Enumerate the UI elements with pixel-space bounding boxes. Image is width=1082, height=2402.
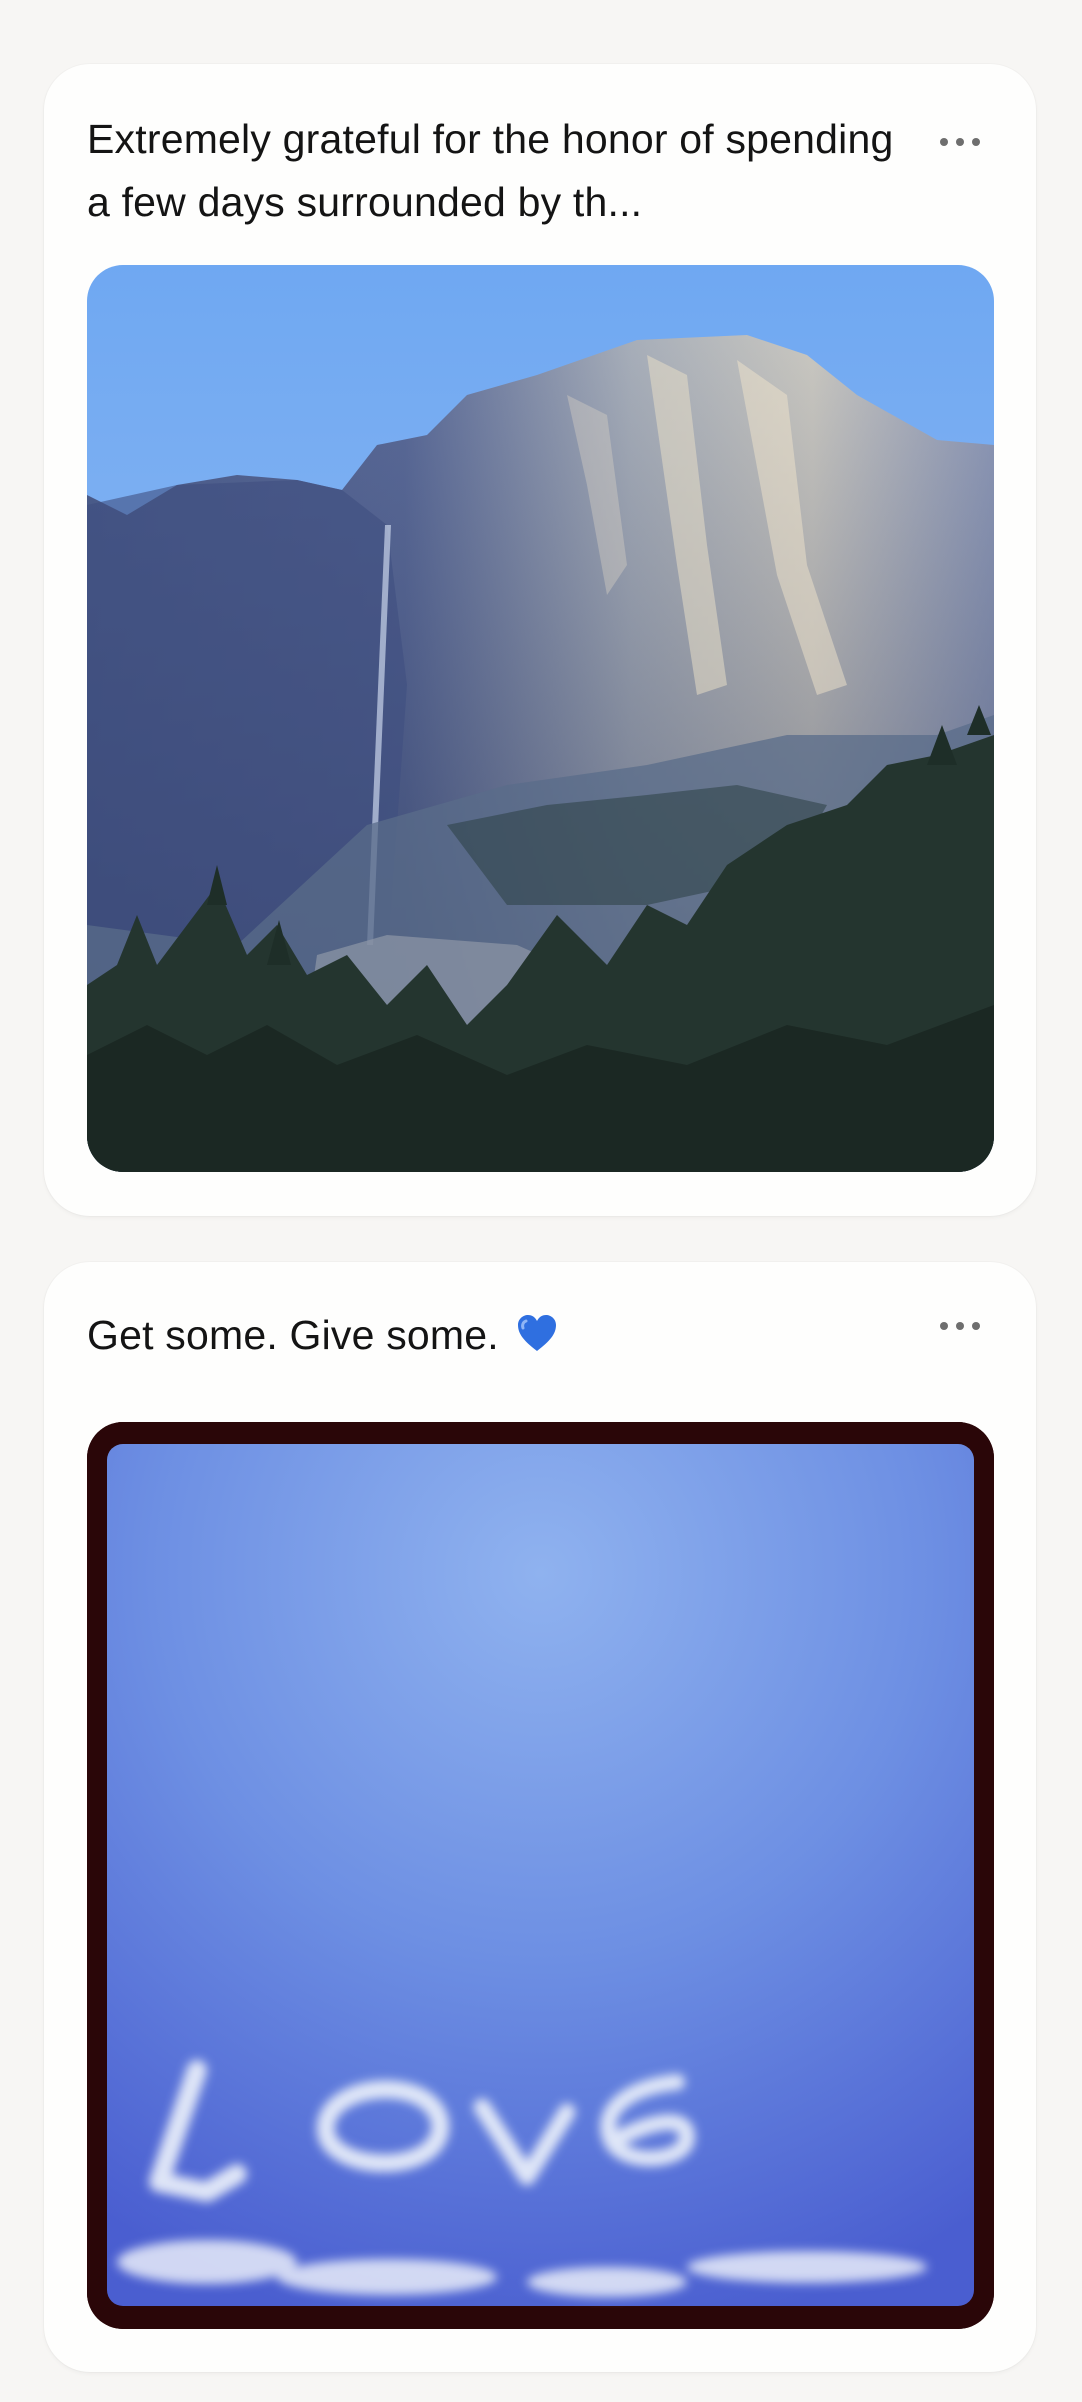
post-card: Extremely grateful for the honor of spen… bbox=[44, 64, 1036, 1216]
more-dot bbox=[940, 1322, 948, 1330]
love-clouds-photo bbox=[87, 1422, 994, 2329]
post-image[interactable] bbox=[87, 1422, 994, 2329]
more-options-button[interactable] bbox=[940, 132, 980, 152]
post-caption[interactable]: Get some. Give some. bbox=[87, 1304, 927, 1371]
post-image[interactable] bbox=[87, 265, 994, 1172]
post-caption-text: Get some. Give some. bbox=[87, 1312, 499, 1358]
more-dot bbox=[956, 1322, 964, 1330]
blue-heart-icon bbox=[516, 1308, 558, 1371]
mountain-photo bbox=[87, 265, 994, 1172]
post-card: Get some. Give some. bbox=[44, 1262, 1036, 2372]
more-dot bbox=[972, 138, 980, 146]
more-options-button[interactable] bbox=[940, 1316, 980, 1336]
more-dot bbox=[940, 138, 948, 146]
more-dot bbox=[956, 138, 964, 146]
post-caption[interactable]: Extremely grateful for the honor of spen… bbox=[87, 108, 927, 234]
more-dot bbox=[972, 1322, 980, 1330]
